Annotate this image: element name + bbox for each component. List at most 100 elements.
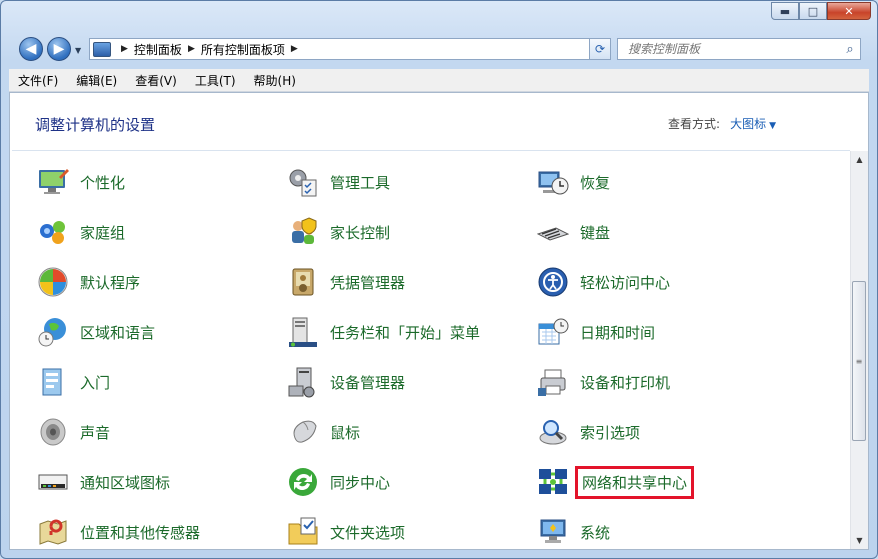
control-panel-item-label[interactable]: 轻松访问中心 [580,272,670,293]
control-panel-item-label[interactable]: 家长控制 [330,222,390,243]
view-by-dropdown[interactable]: 大图标 [730,117,766,131]
indexing-options-icon [536,415,570,449]
control-panel-item[interactable]: 恢复 [536,163,610,201]
sound-icon [36,415,70,449]
control-panel-item[interactable]: 个性化 [36,163,125,201]
control-panel-item-label[interactable]: 鼠标 [330,422,360,443]
control-panel-item-label[interactable]: 索引选项 [580,422,640,443]
control-panel-item[interactable]: 键盘 [536,213,610,251]
breadcrumb-separator-icon[interactable]: ▶ [291,44,298,54]
scroll-up-icon[interactable]: ▲ [851,151,868,168]
back-button[interactable]: ◀ [19,37,43,61]
control-panel-item-label[interactable]: 文件夹选项 [330,522,405,543]
control-panel-item-label[interactable]: 设备和打印机 [580,372,670,393]
control-panel-item[interactable]: 入门 [36,363,110,401]
control-panel-item[interactable]: 通知区域图标 [36,463,170,501]
control-panel-item[interactable]: 同步中心 [286,463,390,501]
control-panel-item-label[interactable]: 设备管理器 [330,372,405,393]
menu-file[interactable]: 文件(F) [9,72,67,89]
control-panel-item[interactable]: 区域和语言 [36,313,155,351]
address-bar[interactable]: ▶ 控制面板 ▶ 所有控制面板项 ▶ ▼ [89,38,609,60]
scroll-thumb[interactable]: ≡ [852,281,866,441]
control-panel-item[interactable]: 家长控制 [286,213,390,251]
menu-view[interactable]: 查看(V) [126,72,186,89]
control-panel-item[interactable]: 默认程序 [36,263,140,301]
homegroup-icon [36,215,70,249]
devices-printers-icon [536,365,570,399]
control-panel-item[interactable]: 任务栏和「开始」菜单 [286,313,480,351]
control-panel-window: ▬ □ ✕ ◀ ▶ ▼ ▶ 控制面板 ▶ 所有控制面板项 ▶ ▼ ⟳ ⌕ 文件(… [0,0,878,559]
breadcrumb-control-panel[interactable]: 控制面板 [134,41,182,58]
control-panel-item-label[interactable]: 任务栏和「开始」菜单 [330,322,480,343]
maximize-button[interactable]: □ [799,2,827,20]
menu-help[interactable]: 帮助(H) [245,72,305,89]
control-panel-item-label[interactable]: 位置和其他传感器 [80,522,200,543]
menu-tools[interactable]: 工具(T) [186,72,245,89]
control-panel-item-label[interactable]: 默认程序 [80,272,140,293]
folder-options-icon [286,515,320,549]
control-panel-item[interactable]: 鼠标 [286,413,360,451]
refresh-icon: ⟳ [594,42,606,56]
control-panel-item-label[interactable]: 系统 [580,522,610,543]
control-panel-item-label[interactable]: 恢复 [580,172,610,193]
content-pane: 调整计算机的设置 查看方式: 大图标 ▼ 个性化 家庭组 默认程序 区域和语言 入门 声音 通知… [9,92,869,550]
control-panel-item-label[interactable]: 通知区域图标 [80,472,170,493]
control-panel-item-label[interactable]: 声音 [80,422,110,443]
admin-tools-icon [286,165,320,199]
search-box: ⌕ [617,38,861,60]
control-panel-item[interactable]: 轻松访问中心 [536,263,670,301]
control-panel-item-label[interactable]: 凭据管理器 [330,272,405,293]
view-by-label: 查看方式: [668,117,721,131]
control-panel-item-label[interactable]: 个性化 [80,172,125,193]
location-sensors-icon [36,515,70,549]
close-button[interactable]: ✕ [827,2,871,20]
control-panel-item-label[interactable]: 区域和语言 [80,322,155,343]
control-panel-item[interactable]: 日期和时间 [536,313,655,351]
device-manager-icon [286,365,320,399]
minimize-button[interactable]: ▬ [771,2,799,20]
control-panel-item-label[interactable]: 家庭组 [80,222,125,243]
recovery-icon [536,165,570,199]
breadcrumb-separator-icon[interactable]: ▶ [188,44,195,54]
taskbar-start-icon [286,315,320,349]
control-panel-item[interactable]: 凭据管理器 [286,263,405,301]
system-icon [536,515,570,549]
breadcrumb-separator-icon[interactable]: ▶ [121,44,128,54]
refresh-button[interactable]: ⟳ [589,38,611,60]
control-panel-item[interactable]: 声音 [36,413,110,451]
caption-buttons: ▬ □ ✕ [771,2,871,20]
control-panel-item[interactable]: 系统 [536,513,610,549]
sync-center-icon [286,465,320,499]
recent-pages-dropdown[interactable]: ▼ [75,46,81,55]
chevron-down-icon[interactable]: ▼ [769,121,776,131]
breadcrumb-all-items[interactable]: 所有控制面板项 [201,41,285,58]
view-by: 查看方式: 大图标 ▼ [668,115,776,132]
control-panel-item[interactable]: 网络和共享中心 [536,463,695,501]
credential-manager-icon [286,265,320,299]
control-panel-item[interactable]: 位置和其他传感器 [36,513,200,549]
navigation-bar: ◀ ▶ ▼ ▶ 控制面板 ▶ 所有控制面板项 ▶ ▼ ⟳ ⌕ [1,35,877,63]
control-panel-item-label[interactable]: 管理工具 [330,172,390,193]
control-panel-item-label[interactable]: 同步中心 [330,472,390,493]
parental-controls-icon [286,215,320,249]
default-programs-icon [36,265,70,299]
control-panel-item[interactable]: 管理工具 [286,163,390,201]
vertical-scrollbar[interactable]: ▲ ≡ ▼ [850,151,868,549]
arrow-left-icon: ◀ [25,41,37,57]
scroll-down-icon[interactable]: ▼ [851,532,868,549]
search-input[interactable] [626,41,840,57]
forward-button[interactable]: ▶ [47,37,71,61]
control-panel-icon [93,41,111,57]
control-panel-item[interactable]: 设备和打印机 [536,363,670,401]
control-panel-item[interactable]: 文件夹选项 [286,513,405,549]
date-time-icon [536,315,570,349]
control-panel-item[interactable]: 索引选项 [536,413,640,451]
control-panel-item[interactable]: 家庭组 [36,213,125,251]
control-panel-item-label[interactable]: 日期和时间 [580,322,655,343]
control-panel-item-label[interactable]: 键盘 [580,222,610,243]
control-panel-item-label[interactable]: 入门 [80,372,110,393]
search-icon[interactable]: ⌕ [840,42,860,57]
control-panel-item-label[interactable]: 网络和共享中心 [574,465,695,499]
control-panel-item[interactable]: 设备管理器 [286,363,405,401]
menu-edit[interactable]: 编辑(E) [67,72,126,89]
